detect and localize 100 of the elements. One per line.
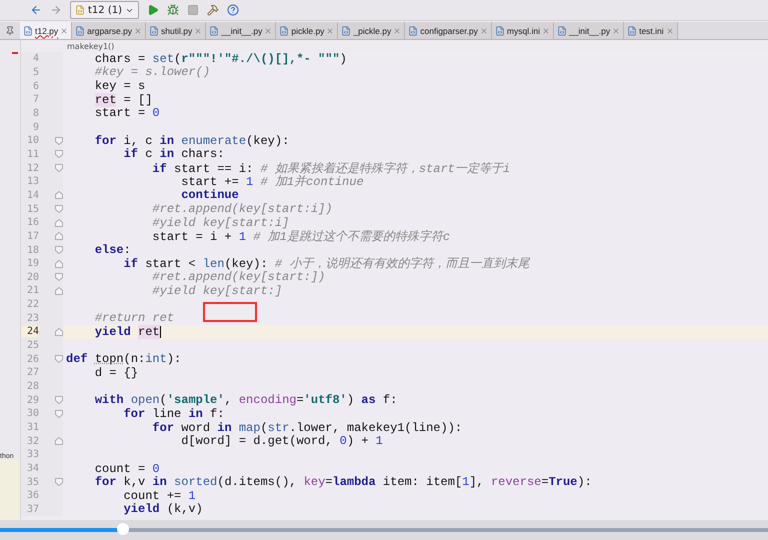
code-line: #ret.append(key[start:]) <box>151 270 326 284</box>
line-number: 25 <box>26 340 39 352</box>
file-tab[interactable]: _pickle.py <box>338 22 406 39</box>
line-number: 21 <box>26 285 39 296</box>
line-number: 14 <box>26 190 39 201</box>
code-line: for word in map(str.lower, makekey1(line)): <box>151 420 462 435</box>
forward-icon[interactable] <box>50 4 62 16</box>
annotation-rectangle <box>203 302 257 322</box>
close-icon[interactable] <box>264 26 272 34</box>
bug-icon[interactable] <box>167 4 179 16</box>
line-number: 13 <box>26 176 39 188</box>
file-icon <box>556 26 567 36</box>
code-line: start += 1 # 加1并continue <box>180 174 364 190</box>
fold-icon[interactable] <box>55 478 63 486</box>
line-number: 22 <box>26 299 39 310</box>
line-number: 9 <box>32 122 39 133</box>
close-icon[interactable] <box>393 26 402 34</box>
code-line: d[word] = d.get(word, 0) + 1 <box>180 434 383 448</box>
code-line: else: <box>94 243 131 258</box>
file-icon <box>209 26 220 36</box>
file-tab[interactable]: configparser.py <box>405 22 492 39</box>
progress-handle[interactable] <box>116 523 129 535</box>
line-number: 26 <box>26 354 39 365</box>
run-configuration-dropdown[interactable]: t12 (1) <box>70 1 139 19</box>
code-line: for i, c in enumerate(key): <box>94 134 290 148</box>
line-number: 35 <box>26 476 39 488</box>
line-number: 7 <box>32 94 39 106</box>
line-number: 36 <box>26 490 39 502</box>
file-icon <box>75 26 86 36</box>
code-line: with open('sample', encoding='utf8') as f: <box>94 393 398 408</box>
code-line: if c in chars: <box>122 147 224 162</box>
close-icon[interactable] <box>612 26 620 34</box>
file-tab[interactable]: argparse.py <box>72 22 146 39</box>
line-number: 37 <box>26 504 39 515</box>
code-line: yield ret <box>94 324 161 339</box>
line-number: 31 <box>26 422 39 434</box>
line-number: 24 <box>21 326 39 338</box>
file-icon <box>23 26 33 36</box>
run-configuration-label: t12 (1) <box>88 4 122 16</box>
code-line: if start == i: # 如果紧挨着还是特殊字符，start一定等于i <box>151 160 510 176</box>
file-tab[interactable]: mysql.ini <box>492 22 554 39</box>
file-tab[interactable]: __init__.py <box>554 22 624 39</box>
line-number: 17 <box>26 230 39 242</box>
close-icon[interactable] <box>326 26 334 34</box>
code-line: for line in f: <box>122 406 224 421</box>
code-line: #yield key[start:i] <box>151 216 290 230</box>
code-line: yield (k,v) <box>122 502 203 516</box>
file-icon <box>149 26 160 36</box>
file-tab[interactable]: shutil.py <box>146 22 206 39</box>
code-line: continue <box>180 188 239 202</box>
line-number: 20 <box>26 272 39 283</box>
line-number: 18 <box>26 244 39 256</box>
line-number: 5 <box>32 66 39 78</box>
fold-icon[interactable] <box>55 355 63 364</box>
code-line: start = i + 1 # 加1是跳过这个不需要的特殊字符c <box>151 228 450 245</box>
file-icon <box>408 26 418 36</box>
close-icon[interactable] <box>134 26 142 34</box>
line-number: 6 <box>32 80 39 92</box>
close-icon[interactable] <box>60 26 68 34</box>
line-number: 19 <box>26 258 39 270</box>
file-icon <box>627 26 638 36</box>
line-number: 8 <box>32 108 39 119</box>
file-tab[interactable]: __init__.py <box>206 22 276 39</box>
code-line: #return ret <box>94 311 174 326</box>
python-file-icon <box>75 5 85 15</box>
close-icon[interactable] <box>194 26 202 34</box>
code-line: count += 1 <box>122 488 196 503</box>
close-icon[interactable] <box>480 26 488 34</box>
code-line: d = {} <box>94 366 138 380</box>
text-cursor <box>160 326 161 338</box>
fold-icon[interactable] <box>55 328 63 336</box>
code-line: key = s <box>94 79 146 94</box>
line-number: 32 <box>26 436 39 447</box>
code-line: ret = [] <box>94 92 152 107</box>
code-line: for k,v in sorted(d.items(), key=lambda item: item[1], reverse=True): <box>94 475 592 490</box>
close-icon[interactable] <box>666 26 674 34</box>
file-tab[interactable]: t12.py <box>20 22 72 39</box>
help-icon[interactable] <box>227 4 239 16</box>
line-number: 30 <box>26 408 39 420</box>
line-number: 10 <box>26 135 39 146</box>
line-number: 12 <box>26 162 39 174</box>
code-line: def topn(n:int): <box>65 352 182 366</box>
code-line: #key = s.lower() <box>94 65 210 80</box>
close-icon[interactable] <box>542 26 550 34</box>
side-panel <box>0 460 20 522</box>
code-line: #ret.append(key[start:i]) <box>151 202 332 216</box>
file-tab[interactable]: test.ini <box>624 22 678 39</box>
hammer-icon[interactable] <box>207 4 219 16</box>
fold-icon[interactable] <box>55 437 63 446</box>
video-progress-bar[interactable] <box>0 520 768 540</box>
breadcrumb[interactable]: makekey1() <box>67 42 114 50</box>
back-icon[interactable] <box>30 4 42 16</box>
line-number: 15 <box>26 204 39 215</box>
run-icon[interactable] <box>147 4 159 16</box>
line-number: 11 <box>26 148 39 160</box>
file-icon <box>494 26 505 36</box>
pin-icon[interactable] <box>5 26 15 36</box>
stop-icon[interactable] <box>187 4 199 16</box>
file-tab[interactable]: pickle.py <box>276 22 338 39</box>
line-number: 23 <box>26 312 39 324</box>
